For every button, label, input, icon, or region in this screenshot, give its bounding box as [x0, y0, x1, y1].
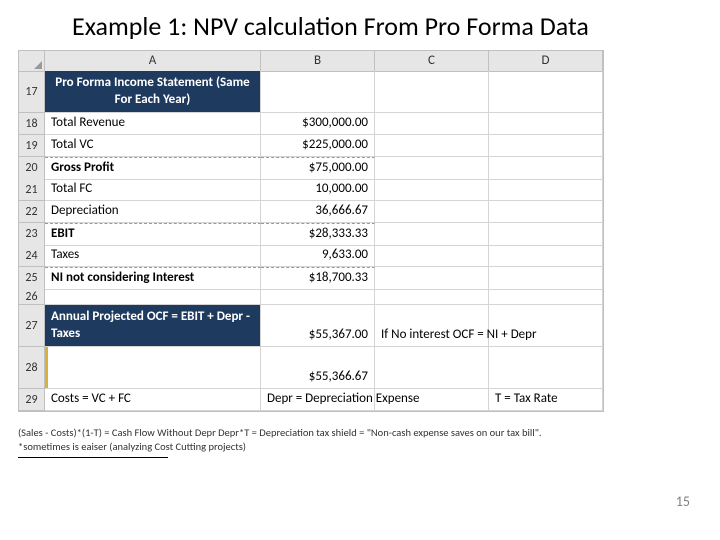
cell-c18[interactable] [375, 113, 489, 135]
row-17: 17 Pro Forma Income Statement (Same For … [19, 71, 603, 113]
cell-c24[interactable] [375, 245, 489, 267]
cell-b22[interactable]: 36,666.67 [261, 201, 375, 223]
cell-c20[interactable] [375, 157, 489, 180]
cell-b18[interactable]: $300,000.00 [261, 113, 375, 135]
spreadsheet: A B C D 17 Pro Forma Income Statement (S… [18, 50, 604, 412]
row-27: 27 Annual Projected OCF = EBIT + Depr - … [19, 305, 603, 347]
cell-b17[interactable] [261, 71, 375, 113]
cell-d21[interactable] [489, 179, 603, 201]
footnote-line-1: (Sales - Costs)*(1-T) = Cash Flow Withou… [18, 426, 578, 440]
row-header-25[interactable]: 25 [19, 267, 45, 290]
cell-b29[interactable]: Depr = Depreciation Expense [261, 389, 375, 411]
cell-b26[interactable] [261, 289, 375, 305]
cell-d22[interactable] [489, 201, 603, 223]
row-25: 25 NI not considering Interest $18,700.3… [19, 267, 603, 289]
cell-d20[interactable] [489, 157, 603, 180]
cell-b25[interactable]: $18,700.33 [261, 267, 375, 290]
cell-c28[interactable] [375, 347, 489, 389]
cell-a23[interactable]: EBIT [45, 223, 261, 246]
row-header-21[interactable]: 21 [19, 179, 45, 201]
cell-a18[interactable]: Total Revenue [45, 113, 261, 135]
cell-c29[interactable] [375, 389, 489, 411]
cell-d19[interactable] [489, 135, 603, 157]
cell-a22[interactable]: Depreciation [45, 201, 261, 223]
row-header-24[interactable]: 24 [19, 245, 45, 267]
col-header-a[interactable]: A [45, 51, 261, 72]
row-header-22[interactable]: 22 [19, 201, 45, 223]
cell-d24[interactable] [489, 245, 603, 267]
cell-a17[interactable]: Pro Forma Income Statement (Same For Eac… [45, 71, 261, 113]
cell-a19[interactable]: Total VC [45, 135, 261, 157]
slide-title: Example 1: NPV calculation From Pro Form… [0, 0, 720, 50]
cell-d17[interactable] [489, 71, 603, 113]
cell-b28[interactable]: $55,366.67 [261, 347, 375, 389]
cell-b20[interactable]: $75,000.00 [261, 157, 375, 180]
cell-d28[interactable] [489, 347, 603, 389]
col-header-c[interactable]: C [375, 51, 489, 72]
cell-c25[interactable] [375, 267, 489, 290]
cell-d26[interactable] [489, 289, 603, 305]
page-number: 15 [676, 493, 690, 510]
cell-c23[interactable] [375, 223, 489, 246]
cell-c22[interactable] [375, 201, 489, 223]
cell-a27[interactable]: Annual Projected OCF = EBIT + Depr - Tax… [45, 305, 261, 347]
row-header-19[interactable]: 19 [19, 135, 45, 157]
row-22: 22 Depreciation 36,666.67 [19, 201, 603, 223]
col-header-d[interactable]: D [489, 51, 603, 72]
row-23: 23 EBIT $28,333.33 [19, 223, 603, 245]
cell-a28[interactable]: Tax Shield Approach = OCF = (Sales - Cos… [45, 347, 261, 389]
cell-b24[interactable]: 9,633.00 [261, 245, 375, 267]
row-24: 24 Taxes 9,633.00 [19, 245, 603, 267]
cell-a21[interactable]: Total FC [45, 179, 261, 201]
cell-b21[interactable]: 10,000.00 [261, 179, 375, 201]
cell-d23[interactable] [489, 223, 603, 246]
cell-a25[interactable]: NI not considering Interest [45, 267, 261, 290]
cell-d29[interactable]: T = Tax Rate [489, 389, 603, 411]
cell-c17[interactable] [375, 71, 489, 113]
cell-a20[interactable]: Gross Profit [45, 157, 261, 180]
cell-c26[interactable] [375, 289, 489, 305]
cell-b19[interactable]: $225,000.00 [261, 135, 375, 157]
cell-c27[interactable]: If No interest OCF = NI + Depr [375, 305, 489, 347]
cell-d27[interactable] [489, 305, 603, 347]
row-28: 28 Tax Shield Approach = OCF = (Sales - … [19, 347, 603, 389]
cell-a29[interactable]: Costs = VC + FC [45, 389, 261, 411]
cell-c21[interactable] [375, 179, 489, 201]
row-26: 26 [19, 289, 603, 305]
row-header-17[interactable]: 17 [19, 71, 45, 113]
row-header-27[interactable]: 27 [19, 305, 45, 347]
row-20: 20 Gross Profit $75,000.00 [19, 157, 603, 179]
footnote-line-2: *sometimes is eaiser (analyzing Cost Cut… [18, 440, 578, 454]
row-21: 21 Total FC 10,000.00 [19, 179, 603, 201]
select-all-corner[interactable] [19, 51, 45, 72]
col-header-b[interactable]: B [261, 51, 375, 72]
cell-b27[interactable]: $55,367.00 [261, 305, 375, 347]
cell-d25[interactable] [489, 267, 603, 290]
row-header-18[interactable]: 18 [19, 113, 45, 135]
cell-b23[interactable]: $28,333.33 [261, 223, 375, 246]
row-header-20[interactable]: 20 [19, 157, 45, 180]
row-header-29[interactable]: 29 [19, 389, 45, 411]
row-header-23[interactable]: 23 [19, 223, 45, 246]
cell-d18[interactable] [489, 113, 603, 135]
row-header-26[interactable]: 26 [19, 289, 45, 305]
cell-c19[interactable] [375, 135, 489, 157]
footnote-divider [18, 457, 168, 458]
footnotes: (Sales - Costs)*(1-T) = Cash Flow Withou… [18, 426, 578, 458]
cell-a24[interactable]: Taxes [45, 245, 261, 267]
cell-a26[interactable] [45, 289, 261, 305]
column-header-row: A B C D [19, 51, 603, 71]
row-29: 29 Costs = VC + FC Depr = Depreciation E… [19, 389, 603, 411]
row-19: 19 Total VC $225,000.00 [19, 135, 603, 157]
row-header-28[interactable]: 28 [19, 347, 45, 389]
row-18: 18 Total Revenue $300,000.00 [19, 113, 603, 135]
